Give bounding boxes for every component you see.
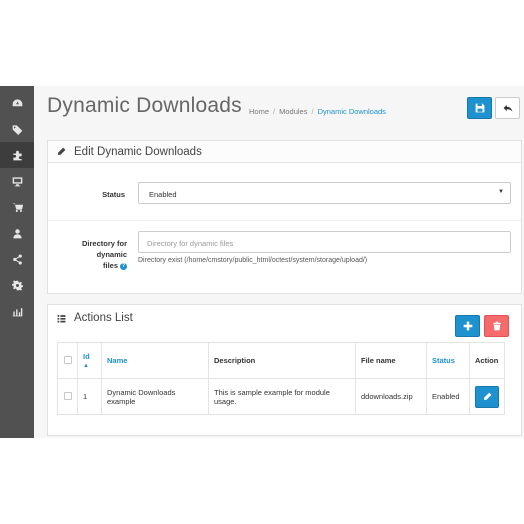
edit-panel-heading: Edit Dynamic Downloads: [48, 141, 521, 163]
back-button[interactable]: [495, 97, 520, 119]
breadcrumb-separator: /: [311, 107, 314, 116]
list-icon: [57, 314, 66, 322]
cart-icon: [12, 202, 23, 212]
sidebar-item-sales[interactable]: [0, 194, 34, 220]
trash-icon: [492, 321, 501, 331]
directory-label-text: files: [102, 261, 118, 270]
row-id: 1: [77, 378, 102, 415]
row-checkbox[interactable]: [63, 391, 72, 400]
sidebar-item-dashboard[interactable]: [0, 90, 34, 116]
actions-table: Id ▲ Name Description File name Status Ac…: [57, 342, 505, 415]
select-all-checkbox[interactable]: [63, 355, 72, 364]
sidebar: [0, 86, 34, 438]
sidebar-item-marketing[interactable]: [0, 246, 34, 272]
dashboard-icon: [12, 98, 22, 106]
directory-input[interactable]: Directory for dynamic files: [138, 231, 511, 253]
breadcrumb: Home / Modules / Dynamic Downloads: [249, 107, 386, 116]
row-file-name: ddownloads.zip: [355, 378, 427, 415]
add-action-button[interactable]: [455, 315, 480, 337]
bar-chart-icon: [12, 307, 22, 316]
question-icon[interactable]: ?: [120, 262, 127, 270]
status-label: Status: [102, 190, 125, 199]
share-icon: [12, 253, 22, 265]
directory-help-text: Directory exist (/home/cmstory/public_ht…: [138, 257, 368, 264]
directory-label-line: dynamic: [96, 250, 127, 259]
breadcrumb-home[interactable]: Home: [249, 107, 269, 116]
select-all-cell: [57, 342, 78, 379]
delete-action-button[interactable]: [484, 315, 509, 337]
directory-label: Directory for dynamic files?: [58, 238, 127, 271]
breadcrumb-modules[interactable]: Modules: [279, 107, 307, 116]
pencil-icon: [483, 392, 491, 400]
directory-row: Directory for dynamic files? Directory f…: [48, 221, 521, 293]
column-name[interactable]: Name: [101, 342, 209, 379]
page-title: Dynamic Downloads: [47, 94, 242, 117]
cog-icon: [11, 279, 23, 291]
status-select-value: Enabled: [149, 190, 177, 199]
column-action: Action: [469, 342, 505, 379]
table-header-row: Id ▲ Name Description File name Status Ac…: [57, 342, 505, 379]
column-description: Description: [208, 342, 356, 379]
directory-label-line: Directory for: [81, 239, 127, 248]
column-file-name[interactable]: File name: [355, 342, 427, 379]
sidebar-item-customers[interactable]: [0, 220, 34, 246]
reply-icon: [503, 104, 512, 112]
screenshot-stage: Dynamic Downloads Home / Modules / Dynamic D…: [0, 0, 524, 524]
breadcrumb-separator: /: [273, 107, 276, 116]
edit-panel-title: Edit Dynamic Downloads: [74, 145, 202, 158]
tags-icon: [12, 124, 22, 135]
pencil-icon: [57, 147, 66, 156]
sidebar-item-reports[interactable]: [0, 298, 34, 324]
edit-panel: Edit Dynamic Downloads Status Enabled ▼ …: [47, 140, 522, 294]
save-icon: [475, 103, 484, 113]
sidebar-item-system[interactable]: [0, 272, 34, 298]
user-icon: [12, 228, 22, 238]
chevron-down-icon: ▼: [498, 189, 504, 195]
status-select[interactable]: Enabled ▼: [138, 182, 511, 204]
actions-panel-heading: Actions List: [48, 305, 521, 331]
monitor-icon: [12, 176, 22, 186]
status-row: Status Enabled ▼: [48, 173, 521, 221]
actions-panel: Actions List Id ▲ Name Description File n…: [47, 304, 522, 436]
sidebar-item-design[interactable]: [0, 168, 34, 194]
directory-label-line: files?: [58, 260, 127, 271]
puzzle-icon: [12, 150, 22, 160]
row-action-cell: [469, 378, 505, 415]
main-content: Dynamic Downloads Home / Modules / Dynamic D…: [34, 86, 524, 438]
save-button[interactable]: [467, 97, 492, 119]
plus-icon: [463, 321, 472, 331]
breadcrumb-current[interactable]: Dynamic Downloads: [318, 107, 386, 116]
row-select-cell: [57, 378, 78, 415]
row-status: Enabled: [426, 378, 470, 415]
sort-asc-icon: ▲: [83, 363, 89, 369]
sidebar-item-extensions[interactable]: [0, 142, 34, 168]
column-status[interactable]: Status: [426, 342, 470, 379]
row-description: This is sample example for module usage.: [208, 378, 356, 415]
column-id-label: Id: [83, 352, 90, 361]
table-row: 1 Dynamic Downloads example This is samp…: [57, 378, 505, 415]
column-id[interactable]: Id ▲: [77, 342, 102, 379]
sidebar-item-catalog[interactable]: [0, 116, 34, 142]
actions-panel-title: Actions List: [74, 312, 133, 324]
edit-button[interactable]: [475, 385, 499, 408]
row-name: Dynamic Downloads example: [101, 378, 209, 415]
